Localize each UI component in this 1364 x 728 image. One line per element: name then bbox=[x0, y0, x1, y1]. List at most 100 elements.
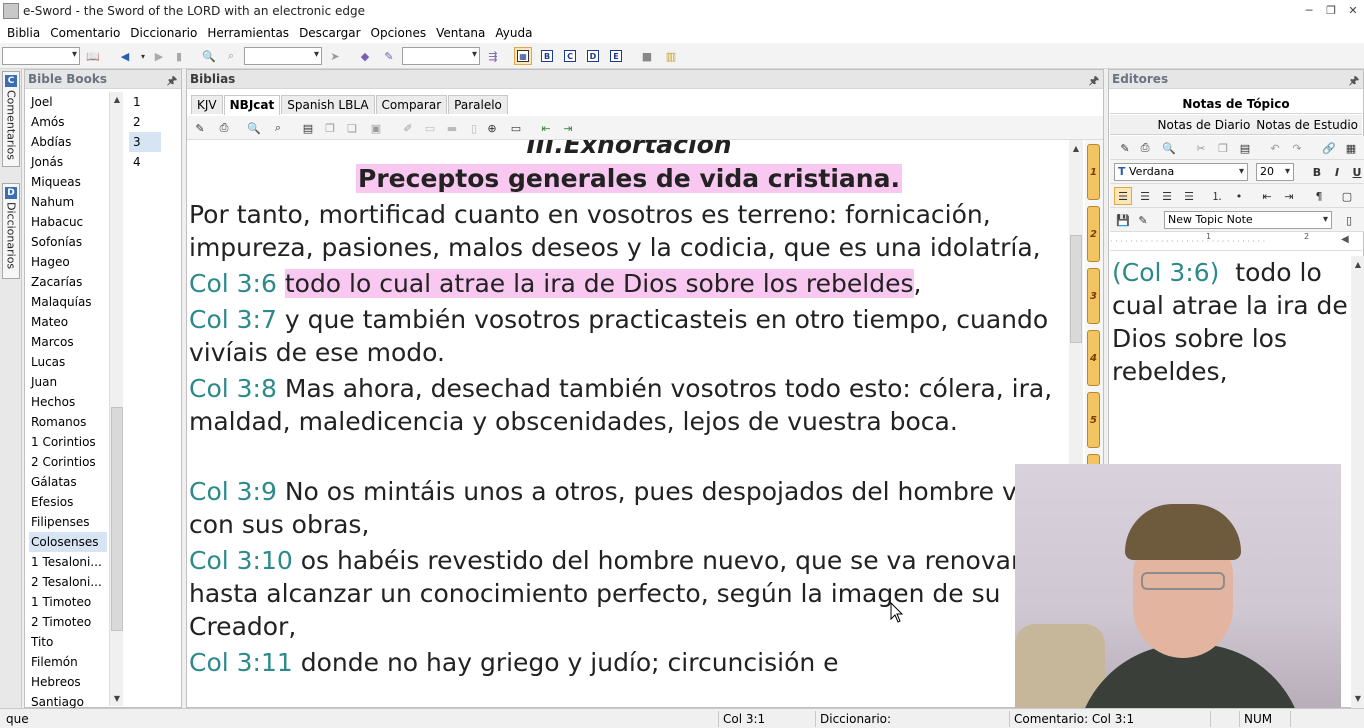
book-item[interactable]: Sofonías bbox=[29, 232, 107, 252]
align-right-icon[interactable]: ☰ bbox=[1158, 187, 1176, 205]
print-icon[interactable]: ⎙ bbox=[1136, 139, 1154, 157]
back-icon[interactable]: ◀ bbox=[116, 47, 134, 65]
bible-version-select[interactable] bbox=[2, 47, 80, 65]
book-item[interactable]: Filemón bbox=[29, 652, 107, 672]
edit-icon[interactable]: ✎ bbox=[191, 119, 209, 137]
book-item[interactable]: Gálatas bbox=[29, 472, 107, 492]
chapter-item[interactable]: 4 bbox=[129, 152, 161, 172]
find-icon[interactable]: 🔍 bbox=[245, 119, 263, 137]
menu-biblia[interactable]: Biblia bbox=[3, 26, 44, 40]
copy-verse-icon[interactable]: ❐ bbox=[321, 119, 339, 137]
pin-icon[interactable]: 🖈 bbox=[167, 72, 177, 91]
bookmark-tab[interactable]: 2 bbox=[1087, 206, 1100, 262]
paste-icon[interactable]: ▤ bbox=[1236, 139, 1254, 157]
view-icon[interactable]: ▭ bbox=[507, 119, 525, 137]
book-item[interactable]: Zacarías bbox=[29, 272, 107, 292]
bible-tab[interactable]: Comparar bbox=[375, 95, 448, 114]
scroll-thumb[interactable] bbox=[1070, 235, 1082, 343]
menu-ventana[interactable]: Ventana bbox=[432, 26, 489, 40]
bible-tab[interactable]: Spanish LBLA bbox=[281, 95, 375, 114]
search-combo[interactable] bbox=[244, 47, 322, 65]
paragraph-icon[interactable]: ¶ bbox=[1310, 187, 1328, 205]
outdent-icon[interactable]: ⇤ bbox=[1258, 187, 1276, 205]
dictionary-combo[interactable] bbox=[402, 47, 480, 65]
underline-icon[interactable]: U bbox=[1348, 163, 1364, 181]
scroll-up-icon[interactable]: ▲ bbox=[1352, 258, 1364, 270]
export-icon[interactable]: ▣ bbox=[367, 119, 385, 137]
book-item[interactable]: 1 Timoteo bbox=[29, 592, 107, 612]
verse-ref-link[interactable]: Col 3:10 bbox=[189, 546, 293, 575]
new-topic-icon[interactable]: ▯ bbox=[1340, 211, 1358, 229]
scroll-up-icon[interactable]: ▲ bbox=[1070, 142, 1082, 154]
bible-tab[interactable]: Paralelo bbox=[448, 95, 508, 114]
cut-icon[interactable]: ✂ bbox=[1192, 139, 1210, 157]
book-item[interactable]: Filipenses bbox=[29, 512, 107, 532]
save-icon[interactable]: 💾 bbox=[1114, 211, 1132, 229]
menu-herramientas[interactable]: Herramientas bbox=[203, 26, 293, 40]
erase-icon[interactable]: ▭ bbox=[421, 119, 439, 137]
b-icon[interactable]: B bbox=[538, 47, 556, 65]
book-item[interactable]: Jonás bbox=[29, 152, 107, 172]
book-item[interactable]: Abdías bbox=[29, 132, 107, 152]
lookup-icon[interactable]: ⇶ bbox=[484, 47, 502, 65]
tab-diccionarios[interactable]: D Diccionarios bbox=[2, 183, 20, 279]
verse-ref-link[interactable]: Col 3:6 bbox=[189, 269, 277, 298]
link-icon[interactable]: 🔗 bbox=[1320, 139, 1338, 157]
bible-icon[interactable]: 📖 bbox=[84, 47, 102, 65]
book-item[interactable]: Juan bbox=[29, 372, 107, 392]
note-scrollbar[interactable]: ▲ ▼ bbox=[1351, 256, 1364, 708]
restore-icon[interactable]: ❐ bbox=[1324, 3, 1338, 17]
dictionary-icon[interactable]: ◆ bbox=[356, 47, 374, 65]
bold-icon[interactable]: B bbox=[1308, 163, 1326, 181]
bible-tab[interactable]: NBJcat bbox=[223, 95, 281, 115]
book-item[interactable]: 2 Timoteo bbox=[29, 612, 107, 632]
paste-icon[interactable]: ❏ bbox=[343, 119, 361, 137]
find-next-icon[interactable]: ⌕ bbox=[269, 119, 287, 137]
c-icon[interactable]: C bbox=[561, 47, 579, 65]
verse-ref-link[interactable]: Col 3:9 bbox=[189, 477, 277, 506]
numbered-list-icon[interactable]: ⒈ bbox=[1208, 187, 1226, 205]
bookmark-tab[interactable]: 1 bbox=[1087, 144, 1100, 200]
book-item[interactable]: Lucas bbox=[29, 352, 107, 372]
book-item[interactable]: Hechos bbox=[29, 392, 107, 412]
bible-tab[interactable]: KJV bbox=[191, 95, 223, 114]
menu-opciones[interactable]: Opciones bbox=[367, 26, 431, 40]
tab-comentarios[interactable]: C Comentarios bbox=[2, 71, 20, 167]
book-item[interactable]: 2 Tesaloni... bbox=[29, 572, 107, 592]
right-indent-marker[interactable]: ◀ bbox=[1341, 234, 1349, 245]
graphics-icon[interactable]: ■ bbox=[638, 47, 656, 65]
book-item[interactable]: 1 Corintios bbox=[29, 432, 107, 452]
prev-chapter-icon[interactable]: ⇤ bbox=[537, 119, 555, 137]
justify-icon[interactable]: ☰ bbox=[1180, 187, 1198, 205]
copy-icon[interactable]: ❐ bbox=[1214, 139, 1232, 157]
print-icon[interactable]: ⎙ bbox=[215, 119, 233, 137]
scroll-down-icon[interactable]: ▼ bbox=[111, 692, 123, 704]
book-item[interactable]: 1 Tesaloni... bbox=[29, 552, 107, 572]
dictionary-edit-icon[interactable]: ✎ bbox=[380, 47, 398, 65]
chapter-item[interactable]: 3 bbox=[129, 132, 161, 152]
book-item[interactable]: Joel bbox=[29, 92, 107, 112]
search-options-icon[interactable]: ⌕ bbox=[222, 47, 240, 65]
book-item[interactable]: Amós bbox=[29, 112, 107, 132]
find-icon[interactable]: 🔍 bbox=[1160, 139, 1178, 157]
chapter-item[interactable]: 1 bbox=[129, 92, 161, 112]
note-editor[interactable]: (Col 3:6) todo lo cual atrae la ira de D… bbox=[1110, 256, 1348, 388]
bible-text-area[interactable]: III.Exhortación Preceptos generales de v… bbox=[189, 140, 1069, 708]
highlight-icon[interactable]: ✐ bbox=[399, 119, 417, 137]
topic-select[interactable]: New Topic Note bbox=[1164, 211, 1332, 229]
menu-comentario[interactable]: Comentario bbox=[46, 26, 124, 40]
tab-notas-diario[interactable]: Notas de Diario bbox=[1158, 115, 1251, 134]
pin-icon[interactable]: 🖈 bbox=[1089, 72, 1099, 91]
book-item[interactable]: Hageo bbox=[29, 252, 107, 272]
go-icon[interactable]: ➤ bbox=[326, 47, 344, 65]
layout-icon[interactable]: ▦ bbox=[514, 47, 532, 65]
font-size-select[interactable]: 20 bbox=[1256, 163, 1294, 181]
book-item[interactable]: Nahum bbox=[29, 192, 107, 212]
search-icon[interactable]: 🔍 bbox=[200, 47, 218, 65]
chapter-item[interactable]: 2 bbox=[129, 112, 161, 132]
note-icon[interactable]: ▯ bbox=[465, 119, 483, 137]
book-item[interactable]: Tito bbox=[29, 632, 107, 652]
font-name-select[interactable]: T Verdana bbox=[1114, 163, 1248, 181]
align-left-icon[interactable]: ☰ bbox=[1114, 187, 1132, 205]
next-chapter-icon[interactable]: ⇥ bbox=[559, 119, 577, 137]
